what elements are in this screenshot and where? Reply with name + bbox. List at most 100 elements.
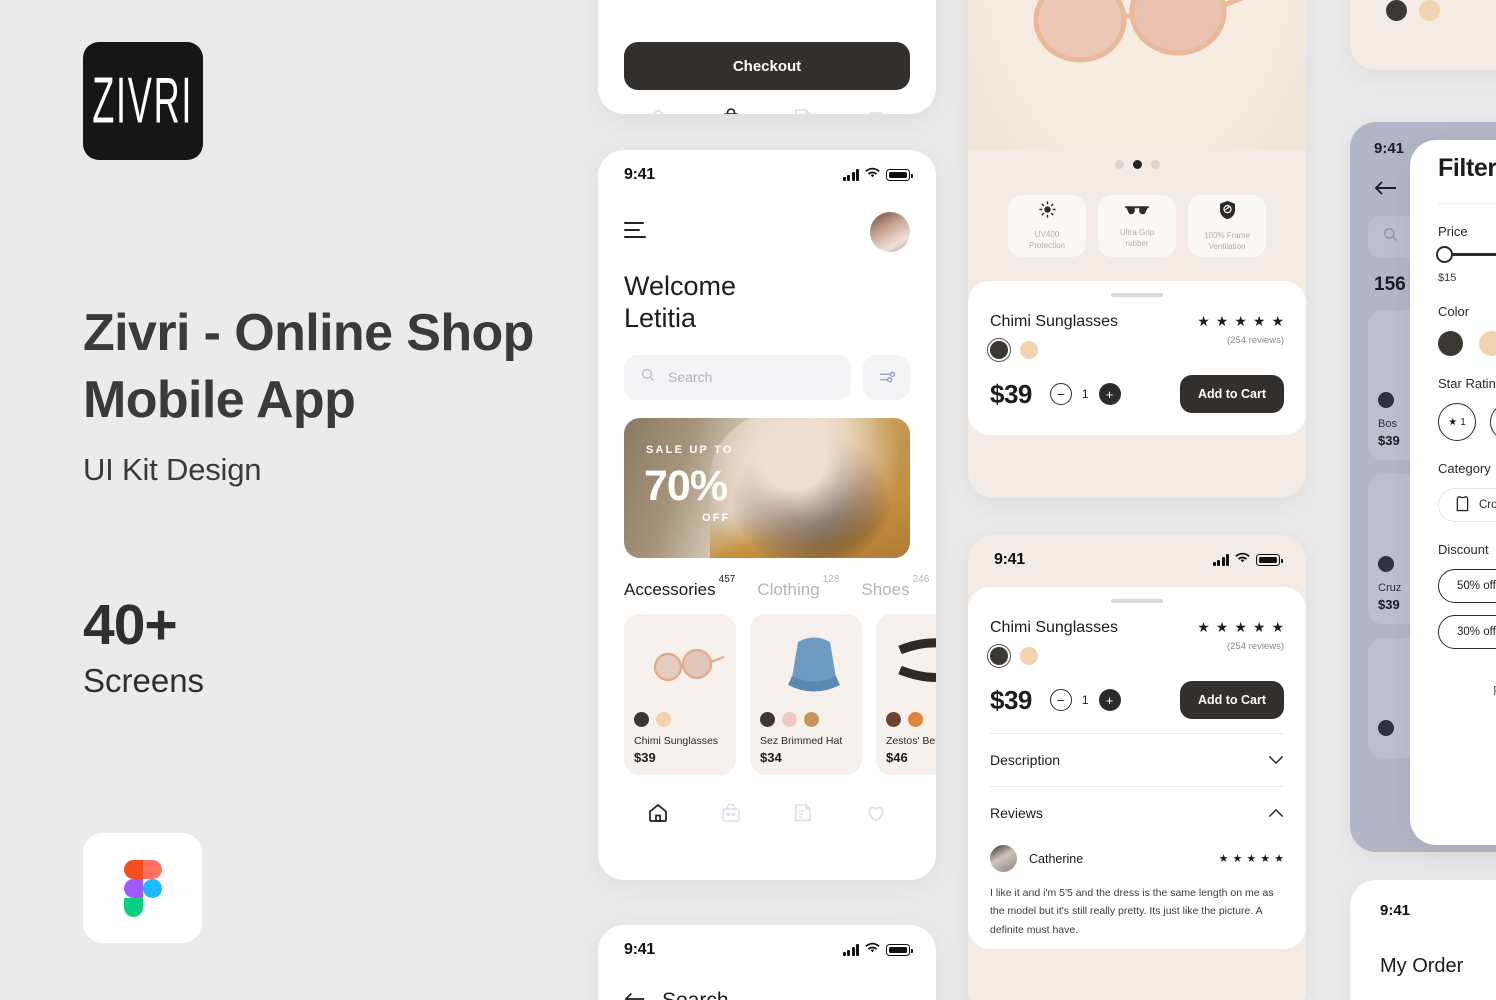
bottom-tab-bar [598,775,936,830]
welcome-line-1: Welcome [624,271,737,301]
carousel-dot-active[interactable] [1132,160,1142,169]
carousel-dots[interactable] [968,150,1306,169]
page-title: Filter [1438,154,1496,182]
color-swatch[interactable] [1438,331,1463,356]
star-rating-option[interactable]: ★2 [1490,403,1496,441]
page-title: Search [662,989,729,1000]
star-icon: ★ [1448,416,1458,428]
screens-count: 40+ [83,593,178,657]
color-swatches[interactable] [1350,0,1496,21]
color-swatch-selected[interactable] [986,643,1012,669]
quantity-stepper[interactable]: − 1 + [1049,383,1121,405]
star-rating-option[interactable]: ★ 1 [1438,403,1476,441]
shield-check-icon [1218,200,1237,225]
product-image [634,623,726,706]
quantity-stepper[interactable]: − 1 + [1049,689,1121,711]
heart-icon[interactable] [864,106,888,114]
app-logo: ZIVRI [83,42,203,160]
discount-option[interactable]: 50% off [1438,569,1496,603]
filter-panel: Filter Price $15 Color Star Rating ★1 ★2… [1410,140,1496,845]
banner-percent: 70% [644,461,728,510]
color-swatches[interactable] [634,711,726,727]
receipt-icon[interactable] [791,106,815,114]
color-swatch[interactable] [1378,556,1394,572]
color-swatch[interactable] [1020,647,1038,665]
sliders-filter-icon[interactable] [863,354,910,400]
checkout-button[interactable]: Checkout [624,42,910,90]
avatar[interactable] [870,212,910,252]
sheet-grabber[interactable] [1111,599,1163,603]
color-swatch[interactable] [1378,392,1394,408]
carousel-dot[interactable] [1114,160,1124,169]
price-slider[interactable] [1436,246,1496,263]
banner-eyebrow: SALE UP TO [646,443,734,456]
hamburger-menu-icon[interactable] [624,221,646,243]
search-input[interactable]: Search [624,354,851,400]
accordion-description[interactable]: Description [990,733,1284,786]
color-swatches[interactable] [986,643,1118,669]
color-swatch[interactable] [1020,341,1038,359]
product-name: Sez Brimmed Hat [760,734,843,747]
product-card[interactable]: Sez Brimmed Hat $34 [750,613,862,775]
feature-badge: Ultra Grip rubber [1098,195,1176,257]
reset-button[interactable]: Reset [1410,649,1496,698]
promo-banner[interactable]: SALE UP TO 70% OFF [624,417,910,558]
carousel-dot[interactable] [1150,160,1160,169]
rating-stars: ★ ★ ★ ★ ★ [1197,619,1284,635]
accordion-label: Description [990,752,1061,768]
color-swatches[interactable] [760,711,852,727]
decrement-button[interactable]: − [1049,689,1072,711]
arrow-left-icon[interactable] [624,991,646,1000]
status-time: 9:41 [1380,902,1411,919]
search-placeholder: Search [668,369,713,386]
category-count: 457 [718,574,736,586]
review-item: Catherine ★ ★ ★ ★ ★ I like it and i'm 5'5 an… [990,839,1284,939]
product-card[interactable]: Zestos' Belt $46 [876,613,936,775]
category-chip[interactable]: Cro [1438,488,1496,522]
status-bar: 9:41 [968,535,1306,569]
bag-icon[interactable] [719,106,743,114]
sidebar-item-shoes[interactable]: Shoes246 [861,574,929,600]
product-name: Chimi Sunglasses [990,313,1119,330]
page-subtitle: UI Kit Design [83,452,262,487]
product-price: $46 [886,749,908,765]
welcome-line-2: Letitia [624,303,697,334]
product-detail-screen: UV400 Protection Ultra Grip rubber 100% Fr… [968,0,1306,498]
bag-icon[interactable] [719,801,743,830]
category-count: 128 [822,574,840,586]
discount-option[interactable]: 30% off [1438,615,1496,649]
color-swatch[interactable] [1378,720,1394,736]
product-price: $39 [634,749,656,765]
sidebar-item-clothing[interactable]: Clothing128 [757,574,839,600]
color-label: Color [1438,304,1470,319]
home-icon[interactable] [646,801,670,830]
add-to-cart-button[interactable]: Add to Cart [1179,375,1284,413]
slider-knob[interactable] [1436,246,1453,263]
category-label: Accessories [624,579,716,599]
feature-label: UV400 Protection [1028,230,1066,250]
sheet-grabber[interactable] [1111,293,1163,297]
reviews-count: (254 reviews) [1226,335,1284,346]
chevron-down-icon[interactable] [1268,752,1284,768]
cellular-bars-icon [842,169,859,181]
product-card[interactable]: Chimi Sunglasses $39 [624,613,736,775]
status-time: 9:41 [624,166,655,183]
chevron-up-icon[interactable] [1268,805,1284,821]
accordion-reviews[interactable]: Reviews [990,786,1284,839]
bottom-tab-bar [598,90,936,114]
decrement-button[interactable]: − [1049,383,1072,405]
sun-icon [1038,200,1057,224]
color-swatches[interactable] [886,711,936,727]
home-icon[interactable] [646,106,670,114]
receipt-icon[interactable] [791,801,815,830]
increment-button[interactable]: + [1098,689,1121,711]
color-swatches[interactable] [986,337,1118,363]
add-to-cart-button[interactable]: Add to Cart [1179,681,1284,719]
product-name: Chimi Sunglasses [990,619,1119,636]
increment-button[interactable]: + [1098,383,1121,405]
sidebar-item-accessories[interactable]: Accessories457 [624,574,735,600]
star-rating-label: Star Rating [1438,376,1496,391]
heart-icon[interactable] [864,801,888,830]
color-swatch-selected[interactable] [986,337,1012,363]
color-swatch[interactable] [1479,331,1496,356]
